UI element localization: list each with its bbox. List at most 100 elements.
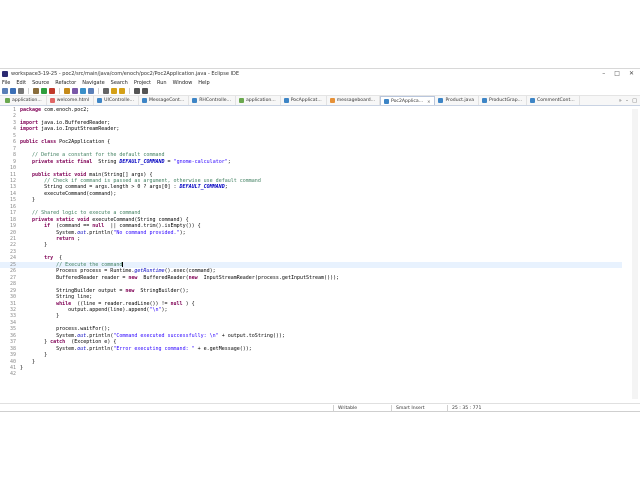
menu-run[interactable]: Run xyxy=(157,80,167,86)
run-icon[interactable] xyxy=(41,88,47,94)
code-token: = xyxy=(164,158,174,165)
editor-tab[interactable]: Poc2Applica... ✕ xyxy=(380,96,436,105)
line-number: 13 xyxy=(9,184,16,191)
menu-source[interactable]: Source xyxy=(32,80,49,86)
line-number: 4 xyxy=(12,126,16,133)
code-line: 36 System.out.println("Command executed … xyxy=(0,333,622,339)
code-text: String line; xyxy=(20,294,92,300)
file-type-icon xyxy=(192,98,198,103)
code-token: Process process = Runtime. xyxy=(20,268,135,275)
code-token: .println( xyxy=(86,332,114,339)
code-token: public static void xyxy=(32,171,87,178)
code-token: } xyxy=(20,358,36,365)
close-button[interactable]: ✕ xyxy=(629,70,634,77)
code-token: output.append(line).append( xyxy=(20,306,150,313)
code-editor[interactable]: 1 package com.enoch.poc2; 2 3 import java.io… xyxy=(0,107,640,400)
new-icon[interactable] xyxy=(2,88,8,94)
menu-file[interactable]: File xyxy=(2,80,10,86)
code-token: public class xyxy=(20,139,57,146)
print-icon[interactable] xyxy=(18,88,24,94)
menu-window[interactable]: Window xyxy=(173,80,193,86)
forward-icon[interactable] xyxy=(142,88,148,94)
next-annotation-icon[interactable] xyxy=(119,88,125,94)
editor-tab[interactable]: PocApplicat... xyxy=(281,96,327,105)
code-token: "Error executing command: " xyxy=(113,345,195,352)
editor-tab[interactable]: CommentCont... xyxy=(527,96,580,105)
new-package-icon[interactable] xyxy=(72,88,78,94)
code-token: Poc2Application { xyxy=(59,139,111,146)
code-token: try xyxy=(44,255,54,262)
status-writable: Writable xyxy=(338,405,358,411)
menu-search[interactable]: Search xyxy=(111,80,128,86)
menu-project[interactable]: Project xyxy=(134,80,151,86)
maximize-button[interactable]: □ xyxy=(614,70,620,77)
external-tools-icon[interactable] xyxy=(49,88,55,94)
prev-annotation-icon[interactable] xyxy=(111,88,117,94)
line-number: 32 xyxy=(9,306,16,313)
line-number: 7 xyxy=(12,145,16,152)
editor-tab[interactable]: Product.java xyxy=(435,96,480,105)
code-token: null xyxy=(170,300,183,307)
debug-icon[interactable] xyxy=(33,88,39,94)
file-type-icon xyxy=(283,98,289,103)
editor-scrollbar[interactable] xyxy=(632,109,638,399)
eclipse-window: workspace3-19-25 - poc2/src/main/java/co… xyxy=(0,68,640,412)
code-line: 27 BufferedReader reader = new BufferedR… xyxy=(0,275,622,281)
code-text: output.append(line).append("\n"); xyxy=(20,306,167,313)
code-line: 13 String command = args.length > 0 ? ar… xyxy=(0,184,622,190)
new-class-icon[interactable] xyxy=(80,88,86,94)
code-text: } xyxy=(20,242,47,248)
editor-tab[interactable]: application... xyxy=(2,96,47,105)
code-token: out xyxy=(77,229,87,236)
editor-tab-label: MessageCont... xyxy=(148,98,185,103)
close-tab-icon[interactable]: ✕ xyxy=(427,99,430,104)
open-type-icon[interactable] xyxy=(88,88,94,94)
minimize-button[interactable]: – xyxy=(602,70,605,77)
editor-tab[interactable]: ProductGrap... xyxy=(479,96,528,105)
code-token: } xyxy=(20,313,60,320)
menu-refactor[interactable]: Refactor xyxy=(55,80,76,86)
line-number: 25 xyxy=(9,261,16,268)
code-line: 29 StringBuilder output = new StringBuil… xyxy=(0,288,622,294)
code-token: package xyxy=(20,107,42,113)
status-bar: Writable Smart Insert 25 : 35 : 771 xyxy=(0,403,640,412)
editor-tab[interactable]: MessageCont... xyxy=(139,96,190,105)
maximize-editor-button[interactable]: □ xyxy=(632,98,637,104)
editor-tab[interactable]: welcome.html xyxy=(47,96,95,105)
code-line: 26 Process process = Runtime.getRuntime(… xyxy=(0,268,622,274)
code-text: StringBuilder output = new StringBuilder… xyxy=(20,288,188,294)
code-text: BufferedReader reader = new BufferedRead… xyxy=(20,275,339,281)
editor-tab[interactable]: messageboard... xyxy=(327,96,380,105)
save-icon[interactable] xyxy=(10,88,16,94)
line-number: 37 xyxy=(9,339,16,346)
editor-tab[interactable]: RHControlle... xyxy=(189,96,236,105)
status-divider xyxy=(333,405,334,412)
editor-tab[interactable]: application... xyxy=(236,96,281,105)
search-icon[interactable] xyxy=(103,88,109,94)
back-icon[interactable] xyxy=(134,88,140,94)
toolbar-separator xyxy=(28,88,29,94)
minimize-editor-button[interactable]: – xyxy=(626,98,629,104)
code-text: private static void executeCommand(Strin… xyxy=(20,217,189,223)
new-java-project-icon[interactable] xyxy=(64,88,70,94)
code-token: // Define a constant for the default com… xyxy=(32,152,165,159)
editor-tab-label: ProductGrap... xyxy=(489,98,523,103)
code-line: 1 package com.enoch.poc2; xyxy=(0,107,622,113)
editor-tab[interactable]: UIControlle... xyxy=(94,96,139,105)
menu-navigate[interactable]: Navigate xyxy=(82,80,104,86)
code-text: while ((line = reader.readLine()) != nul… xyxy=(20,301,195,307)
line-number: 23 xyxy=(9,248,16,255)
menu-edit[interactable]: Edit xyxy=(16,80,26,86)
line-number: 30 xyxy=(9,294,16,301)
code-token: return xyxy=(56,236,75,242)
window-title: workspace3-19-25 - poc2/src/main/java/co… xyxy=(11,70,239,77)
more-tabs-button[interactable]: » xyxy=(619,98,622,104)
status-divider xyxy=(391,405,392,412)
menu-help[interactable]: Help xyxy=(198,80,209,86)
code-text: } xyxy=(20,313,59,319)
code-line: 2 xyxy=(0,113,622,119)
code-token: DEFAULT_COMMAND xyxy=(119,158,165,165)
